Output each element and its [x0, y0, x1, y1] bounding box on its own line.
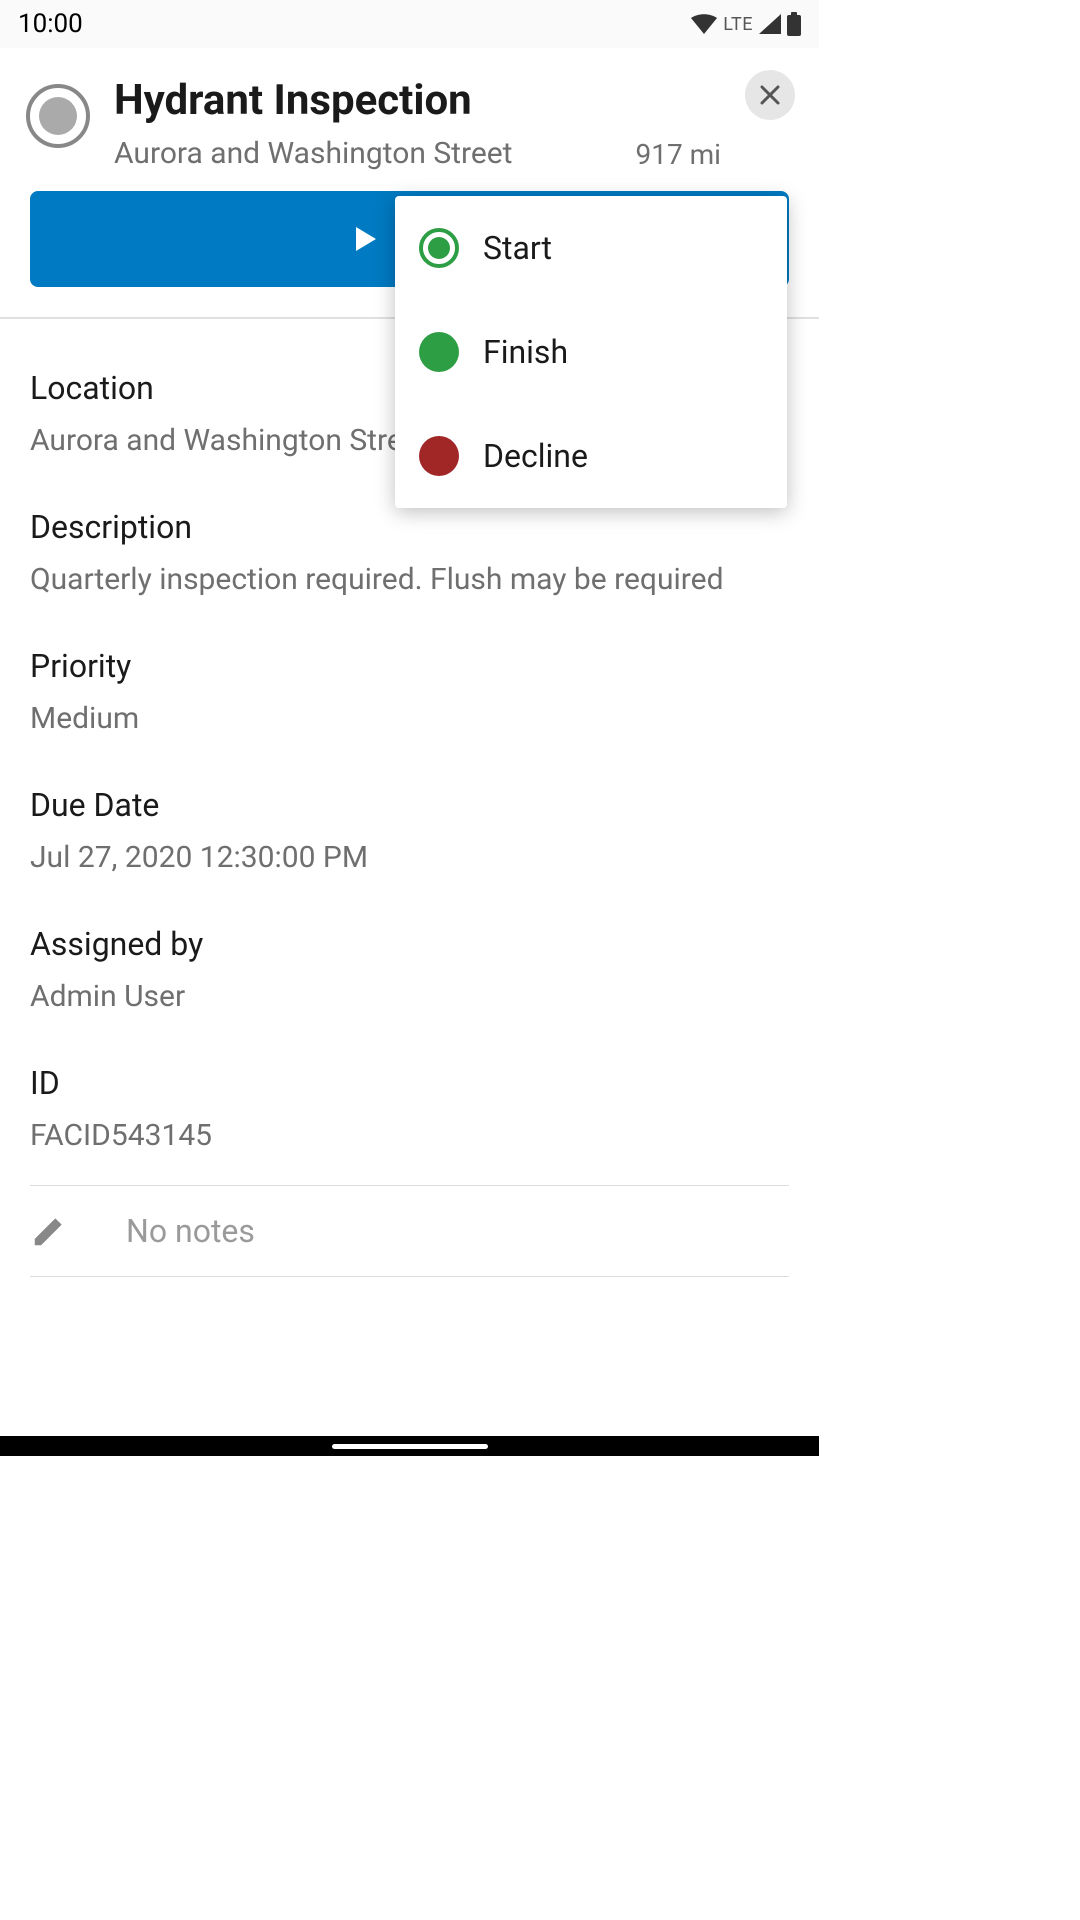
field-assigned-by: Assigned by Admin User	[30, 875, 789, 1014]
status-popup-menu: Start Finish Decline	[395, 196, 787, 508]
field-id: ID FACID543145	[30, 1014, 789, 1153]
popup-item-start[interactable]: Start	[395, 196, 787, 300]
priority-label: Priority	[30, 647, 789, 685]
id-value: FACID543145	[30, 1118, 789, 1153]
nav-handle[interactable]	[332, 1444, 488, 1449]
distance-label: 917 mi	[635, 138, 721, 171]
wifi-icon	[691, 14, 717, 34]
field-due-date: Due Date Jul 27, 2020 12:30:00 PM	[30, 736, 789, 875]
description-value: Quarterly inspection required. Flush may…	[30, 562, 789, 597]
close-button[interactable]	[745, 70, 795, 120]
status-time: 10:00	[18, 9, 83, 39]
due-date-label: Due Date	[30, 786, 789, 824]
popup-decline-label: Decline	[483, 437, 588, 475]
task-title: Hydrant Inspection	[114, 76, 611, 126]
task-header: Hydrant Inspection Aurora and Washington…	[0, 48, 819, 191]
finish-status-icon	[419, 332, 459, 372]
description-label: Description	[30, 508, 789, 546]
popup-start-label: Start	[483, 229, 552, 267]
status-right: LTE	[691, 12, 801, 36]
popup-item-finish[interactable]: Finish	[395, 300, 787, 404]
field-priority: Priority Medium	[30, 597, 789, 736]
notes-placeholder: No notes	[126, 1212, 255, 1250]
notes-row[interactable]: No notes	[30, 1185, 789, 1277]
status-circle-icon	[26, 84, 90, 148]
battery-icon	[787, 12, 801, 36]
task-subtitle: Aurora and Washington Street	[114, 136, 611, 171]
due-date-value: Jul 27, 2020 12:30:00 PM	[30, 840, 789, 875]
navigation-bar	[0, 1436, 819, 1456]
popup-item-decline[interactable]: Decline	[395, 404, 787, 508]
popup-finish-label: Finish	[483, 333, 568, 371]
priority-value: Medium	[30, 701, 789, 736]
decline-status-icon	[419, 436, 459, 476]
assigned-by-value: Admin User	[30, 979, 789, 1014]
pencil-icon	[30, 1212, 68, 1250]
header-text-block: Hydrant Inspection Aurora and Washington…	[114, 68, 611, 171]
start-status-icon	[419, 228, 459, 268]
status-bar: 10:00 LTE	[0, 0, 819, 48]
id-label: ID	[30, 1064, 789, 1102]
close-icon	[758, 83, 782, 107]
play-icon	[356, 227, 376, 251]
assigned-by-label: Assigned by	[30, 925, 789, 963]
network-label: LTE	[723, 14, 753, 35]
signal-icon	[759, 14, 781, 34]
